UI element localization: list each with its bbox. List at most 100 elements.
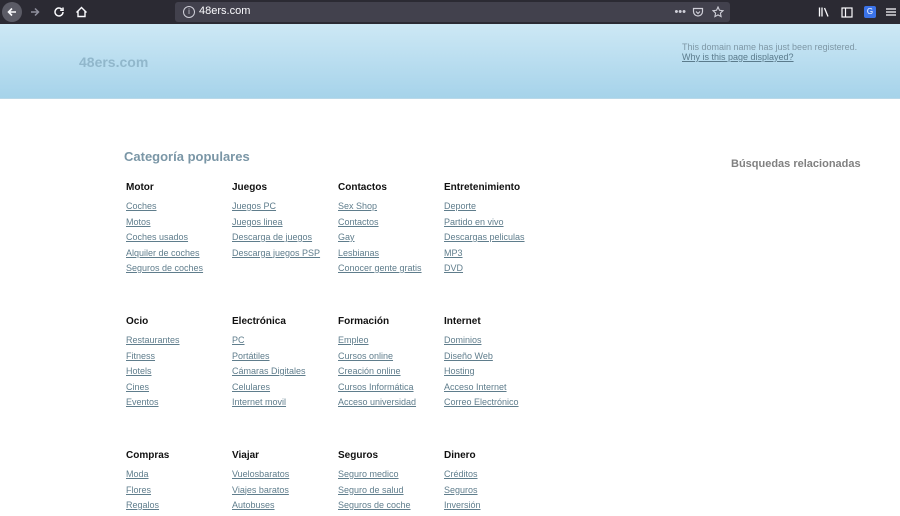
category-link[interactable]: Hosting [444,366,548,376]
why-displayed-link[interactable]: Why is this page displayed? [682,52,794,62]
bookmark-star-icon[interactable] [712,2,724,22]
category-link[interactable]: Internet movil [232,397,336,407]
category-link[interactable]: Descargas peliculas [444,232,548,242]
pocket-icon[interactable] [692,2,704,22]
category-link[interactable]: Portátiles [232,351,336,361]
domain-banner: 48ers.com This domain name has just been… [0,24,900,99]
category-link[interactable]: DVD [444,263,548,273]
category-heading: Ocio [126,316,149,327]
category-link[interactable]: Alquiler de coches [126,248,230,258]
category-heading: Entretenimiento [444,182,521,193]
category-link[interactable]: Empleo [338,335,442,345]
category-link[interactable]: Acceso universidad [338,397,442,407]
category-column: Ocio Restaurantes Fitness Hotels Cines Evento… [126,315,230,413]
menu-icon[interactable] [886,0,896,24]
section-title: Categoría populares [124,149,250,164]
category-link[interactable]: Flores [126,485,230,495]
back-arrow-icon [2,2,22,22]
sidebar-icon[interactable] [841,0,853,24]
category-link[interactable]: Vuelosbaratos [232,469,336,479]
category-column: Contactos Sex Shop Contactos Gay Lesbianas Co… [338,181,442,279]
category-column: Dinero Créditos Seguros Inversión [444,449,548,516]
category-link[interactable]: Hotels [126,366,230,376]
home-button[interactable] [72,0,90,24]
category-link[interactable]: Viajes baratos [232,485,336,495]
category-link[interactable]: Lesbianas [338,248,442,258]
category-link[interactable]: Sex Shop [338,201,442,211]
category-column: Viajar Vuelosbaratos Viajes baratos Autobus… [232,449,336,516]
category-column: Juegos Juegos PC Juegos linea Descarga de j… [232,181,336,263]
category-link[interactable]: Regalos [126,500,230,510]
category-column: Formación Empleo Cursos online Creación onl… [338,315,442,413]
category-link[interactable]: Restaurantes [126,335,230,345]
category-link[interactable]: Seguro de salud [338,485,442,495]
category-link[interactable]: Seguro medico [338,469,442,479]
category-link[interactable]: Dominios [444,335,548,345]
category-link[interactable]: Seguros de coches [126,263,230,273]
category-link[interactable]: Juegos linea [232,217,336,227]
related-searches-title: Búsquedas relacionadas [731,158,861,170]
category-link[interactable]: Coches [126,201,230,211]
category-column: Entretenimiento Deporte Partido en vivo Des… [444,181,548,279]
category-link[interactable]: Motos [126,217,230,227]
category-link[interactable]: Descarga de juegos [232,232,336,242]
category-link[interactable]: Cines [126,382,230,392]
reload-button[interactable] [50,0,68,24]
category-heading: Electrónica [232,316,286,327]
category-link[interactable]: Cámaras Digitales [232,366,336,376]
category-heading: Contactos [338,182,387,193]
category-link[interactable]: Correo Electrónico [444,397,548,407]
category-link[interactable]: Contactos [338,217,442,227]
url-text: 48ers.com [199,5,251,17]
category-link[interactable]: Descarga juegos PSP [232,248,336,258]
category-link[interactable]: Inversión [444,500,548,510]
category-heading: Internet [444,316,481,327]
category-link[interactable]: Diseño Web [444,351,548,361]
category-link[interactable]: Coches usados [126,232,230,242]
category-link[interactable]: Fitness [126,351,230,361]
home-icon [75,6,87,18]
category-link[interactable]: Acceso Internet [444,382,548,392]
category-link[interactable]: Autobuses [232,500,336,510]
site-info-icon[interactable]: i [183,6,195,18]
category-link[interactable]: Seguros [444,485,548,495]
category-link[interactable]: Juegos PC [232,201,336,211]
category-link[interactable]: Gay [338,232,442,242]
browser-toolbar: i 48ers.com ••• G [0,0,900,24]
category-heading: Compras [126,450,170,461]
category-link[interactable]: Deporte [444,201,548,211]
category-heading: Juegos [232,182,268,193]
category-link[interactable]: Créditos [444,469,548,479]
category-column: Seguros Seguro medico Seguro de salud Segur… [338,449,442,516]
category-link[interactable]: Cursos online [338,351,442,361]
category-column: Internet Dominios Diseño Web Hosting Acceso … [444,315,548,413]
category-column: Motor Coches Motos Coches usados Alquiler de… [126,181,230,279]
category-heading: Formación [338,316,390,327]
category-link[interactable]: Eventos [126,397,230,407]
category-link[interactable]: Conocer gente gratis [338,263,442,273]
forward-button[interactable] [26,0,44,24]
page-actions-icon[interactable]: ••• [674,2,686,22]
address-bar[interactable]: i 48ers.com ••• [175,2,730,22]
library-icon[interactable] [818,0,830,24]
category-link[interactable]: Cursos Informática [338,382,442,392]
category-link[interactable]: Celulares [232,382,336,392]
category-heading: Viajar [232,450,260,461]
category-column: Compras Moda Flores Regalos [126,449,230,516]
category-heading: Dinero [444,450,476,461]
category-link[interactable]: Creación online [338,366,442,376]
forward-arrow-icon [31,7,40,17]
registration-notice: This domain name has just been registere… [682,42,858,52]
category-link[interactable]: Moda [126,469,230,479]
reload-icon [54,7,64,17]
category-column: Electrónica PC Portátiles Cámaras Digitales… [232,315,336,413]
site-logo: 48ers.com [79,54,149,70]
category-link[interactable]: Partido en vivo [444,217,548,227]
category-link[interactable]: PC [232,335,336,345]
back-button[interactable] [2,0,22,24]
category-heading: Seguros [338,450,379,461]
category-heading: Motor [126,182,154,193]
category-link[interactable]: MP3 [444,248,548,258]
translate-extension-icon[interactable]: G [864,0,876,24]
category-link[interactable]: Seguros de coche [338,500,442,510]
